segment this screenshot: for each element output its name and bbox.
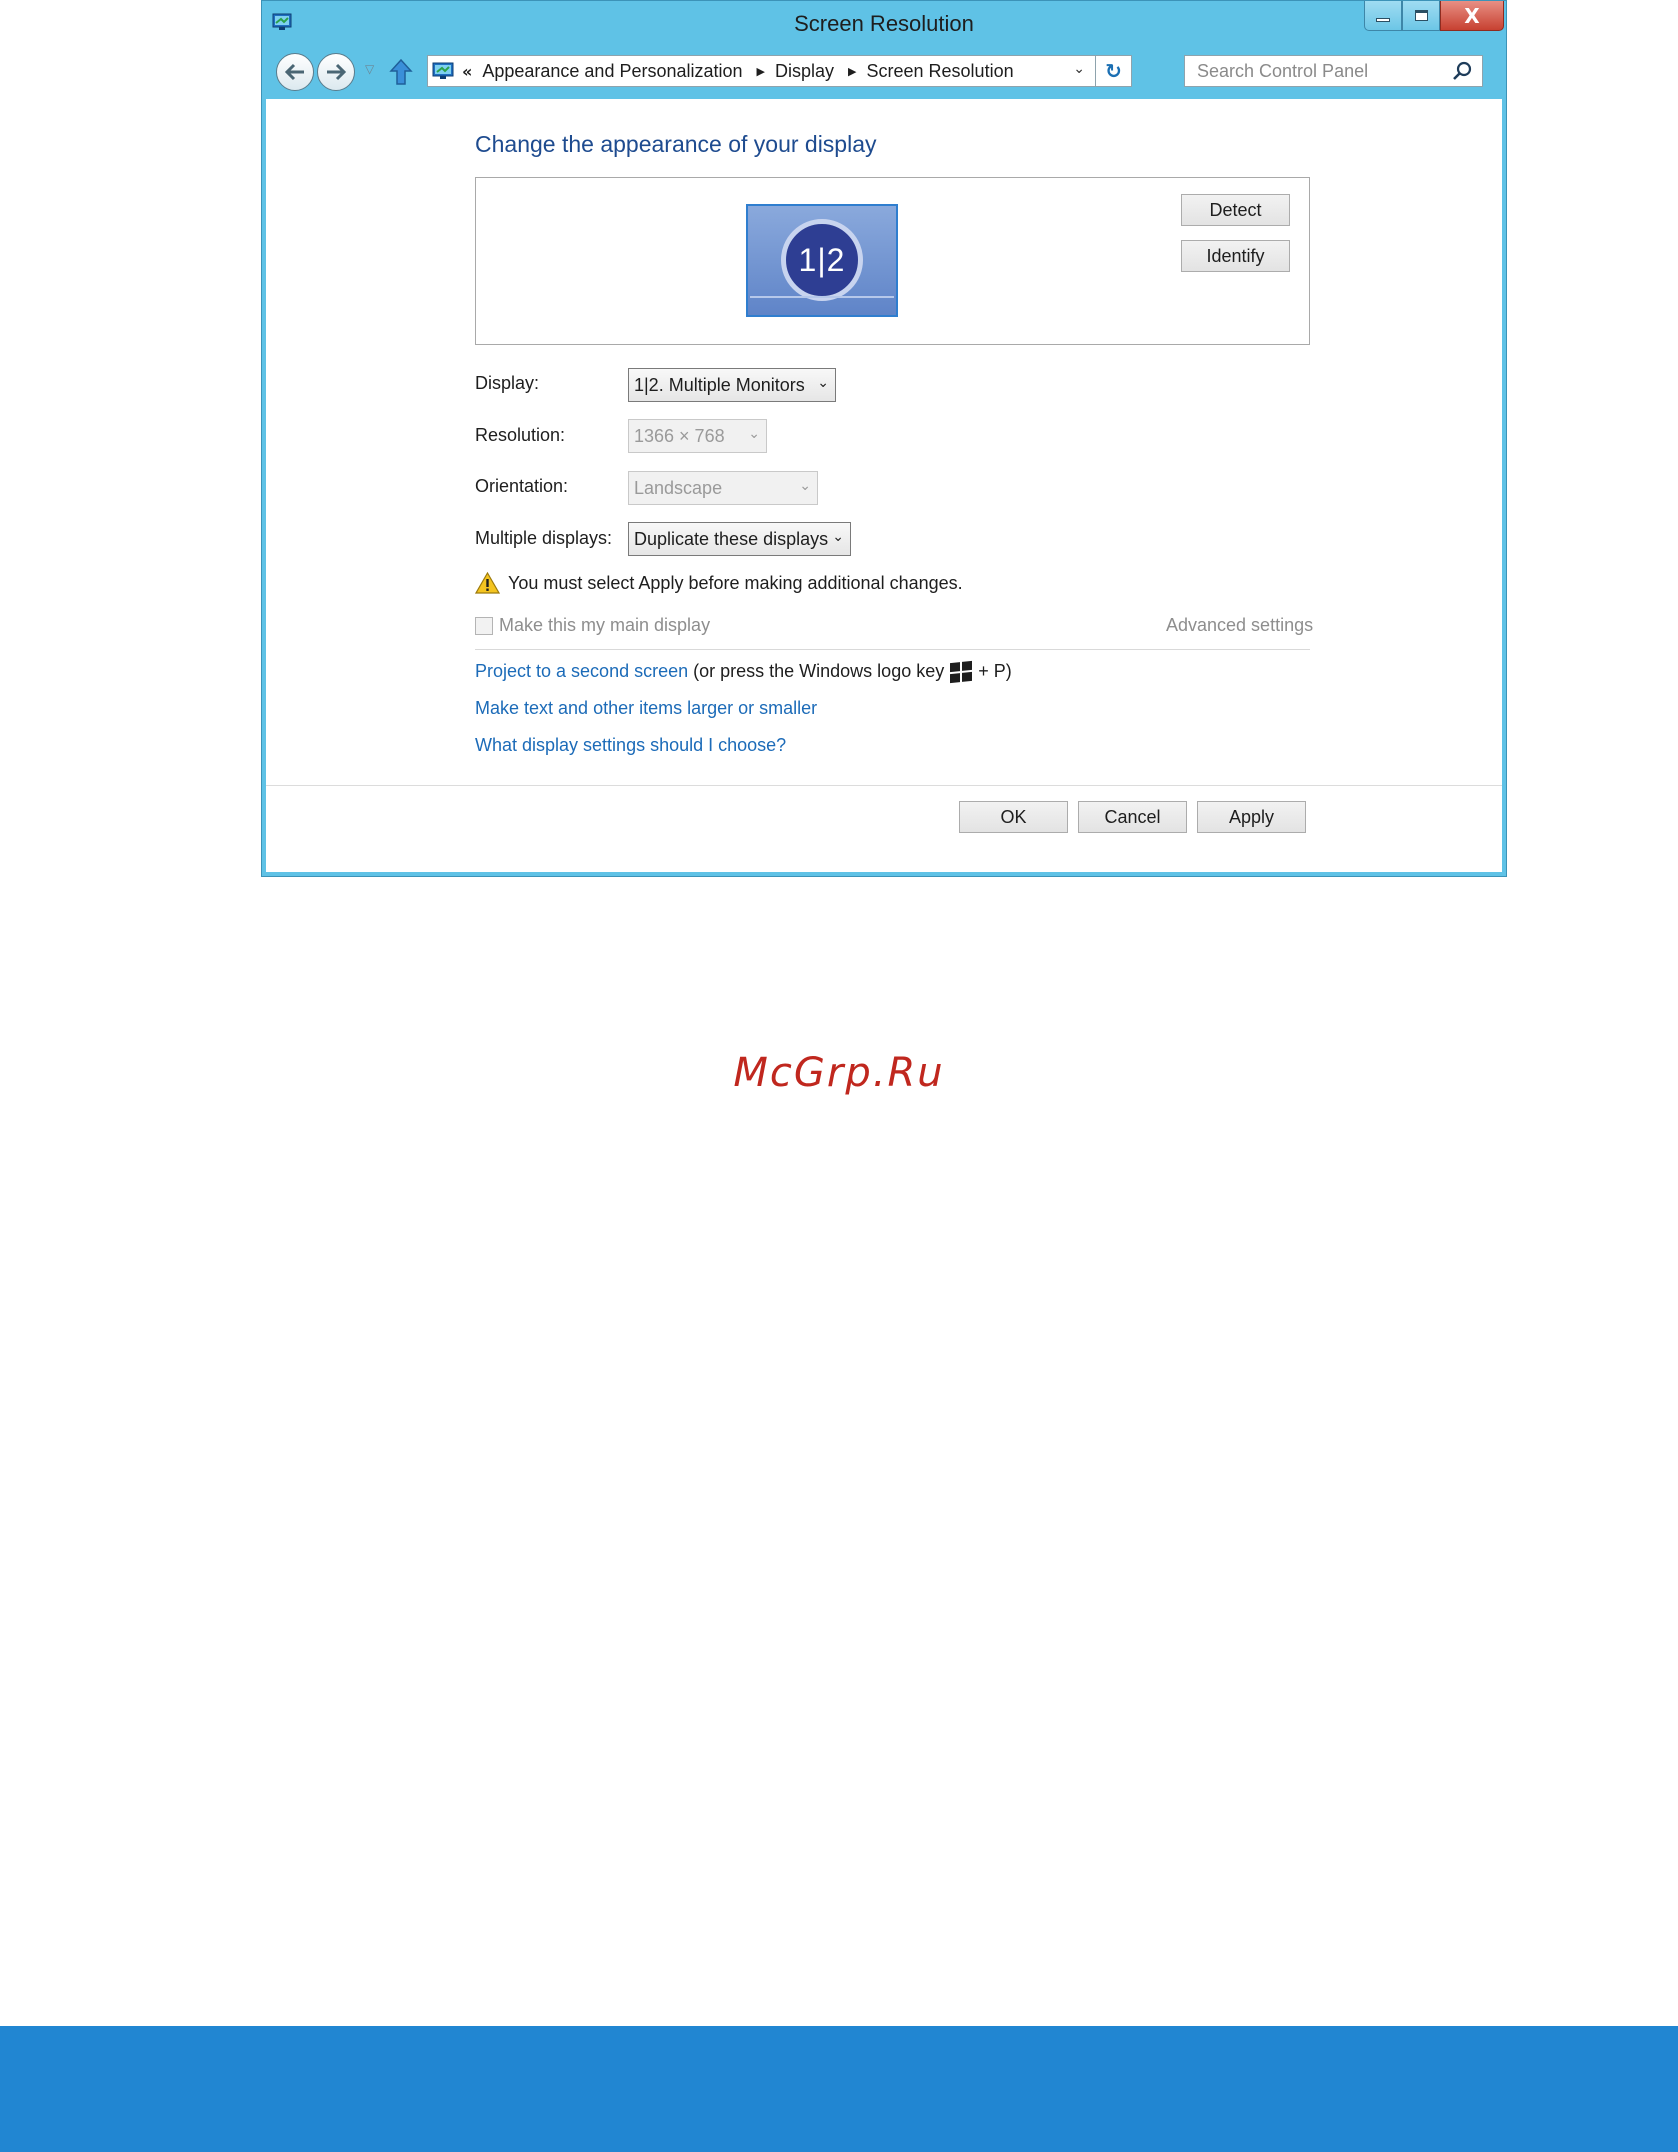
- window-title: Screen Resolution: [794, 11, 974, 36]
- multiple-displays-label: Multiple displays:: [475, 528, 613, 548]
- maximize-icon: [1414, 10, 1428, 21]
- orientation-select-value: Landscape: [634, 477, 723, 498]
- multiple-displays-select-value: Duplicate these displays: [634, 528, 829, 549]
- search-icon[interactable]: [1452, 61, 1472, 81]
- monitor-taskbar-line: [750, 296, 894, 298]
- display-select[interactable]: 1|2. Multiple Monitors ⌄: [628, 368, 836, 402]
- main-display-checkbox-row[interactable]: Make this my main display: [475, 615, 710, 636]
- main-display-checkbox-label: Make this my main display: [499, 615, 711, 635]
- watermark-text: McGrp.Ru: [733, 1050, 945, 1096]
- address-dropdown-icon[interactable]: ⌄: [1073, 61, 1085, 77]
- orientation-select[interactable]: Landscape ⌄: [628, 471, 818, 505]
- display-settings-help-link[interactable]: What display settings should I choose?: [475, 735, 786, 756]
- monitor-thumbnail[interactable]: 1|2: [746, 204, 898, 317]
- display-label: Display:: [475, 373, 540, 393]
- control-panel-icon: [432, 62, 454, 79]
- chevron-down-icon: ⌄: [748, 426, 760, 442]
- ok-button[interactable]: OK: [959, 801, 1068, 833]
- resolution-label: Resolution:: [475, 425, 566, 445]
- identify-button[interactable]: Identify: [1181, 240, 1290, 272]
- address-bar[interactable]: « Appearance and Personalization ▶ Displ…: [427, 55, 1132, 87]
- title-bar[interactable]: Screen Resolution X: [262, 1, 1506, 45]
- chevron-down-icon: ⌄: [817, 375, 829, 391]
- search-box[interactable]: [1184, 55, 1483, 87]
- orientation-label: Orientation:: [475, 476, 569, 496]
- breadcrumb-display[interactable]: Display: [775, 61, 834, 82]
- maximize-button[interactable]: [1402, 1, 1440, 31]
- chevron-down-icon: ⌄: [832, 529, 844, 545]
- page-footer-bar: [0, 2026, 1678, 2152]
- display-preview-panel: 1|2 Detect Identify: [475, 177, 1310, 345]
- warning-text: You must select Apply before making addi…: [508, 572, 963, 593]
- screen-resolution-window: Screen Resolution X ▽ « Appearance and P…: [261, 0, 1507, 877]
- page-heading: Change the appearance of your display: [475, 131, 877, 157]
- breadcrumb-appearance[interactable]: Appearance and Personalization: [482, 61, 742, 82]
- recent-locations-dropdown-icon[interactable]: ▽: [365, 62, 374, 76]
- warning-icon: [475, 572, 500, 594]
- divider: [475, 649, 1310, 650]
- display-select-value: 1|2. Multiple Monitors: [634, 374, 805, 395]
- close-button[interactable]: X: [1440, 1, 1504, 31]
- client-area: Change the appearance of your display 1|…: [266, 99, 1502, 872]
- project-row: Project to a second screen (or press the…: [475, 660, 1012, 683]
- navigation-bar: ▽ « Appearance and Personalization ▶ Dis…: [262, 45, 1506, 99]
- multiple-displays-select[interactable]: Duplicate these displays ⌄: [628, 522, 851, 556]
- resolution-select[interactable]: 1366 × 768 ⌄: [628, 419, 767, 453]
- back-arrow-icon: [284, 63, 304, 81]
- forward-button[interactable]: [317, 53, 355, 91]
- text-size-link[interactable]: Make text and other items larger or smal…: [475, 698, 817, 719]
- main-display-checkbox[interactable]: [475, 616, 493, 635]
- project-hint-text: (or press the Windows logo key: [693, 661, 945, 681]
- cancel-button[interactable]: Cancel: [1078, 801, 1187, 833]
- apply-button[interactable]: Apply: [1197, 801, 1306, 833]
- resolution-select-value: 1366 × 768: [634, 425, 725, 446]
- back-button[interactable]: [276, 53, 314, 91]
- project-hint-shortcut: + P): [978, 661, 1012, 681]
- breadcrumb-separator-icon[interactable]: ▶: [848, 65, 856, 78]
- refresh-icon: ↻: [1105, 59, 1122, 83]
- advanced-settings-link[interactable]: Advanced settings: [1166, 615, 1313, 636]
- forward-arrow-icon: [327, 63, 347, 81]
- search-input[interactable]: [1197, 60, 1437, 82]
- project-to-second-screen-link[interactable]: Project to a second screen: [475, 661, 688, 682]
- up-level-icon[interactable]: [389, 58, 413, 86]
- minimize-button[interactable]: [1364, 1, 1402, 31]
- minimize-icon: [1376, 17, 1390, 22]
- breadcrumb-overflow[interactable]: «: [462, 62, 472, 81]
- detect-button[interactable]: Detect: [1181, 194, 1290, 226]
- monitor-number-badge: 1|2: [781, 219, 863, 301]
- close-icon: X: [1464, 3, 1480, 28]
- refresh-button[interactable]: ↻: [1095, 56, 1131, 86]
- apply-warning: You must select Apply before making addi…: [475, 572, 963, 594]
- breadcrumb-screen-resolution[interactable]: Screen Resolution: [867, 61, 1014, 82]
- breadcrumb-separator-icon[interactable]: ▶: [757, 65, 765, 78]
- windows-logo-icon: [950, 660, 973, 683]
- chevron-down-icon: ⌄: [799, 478, 811, 494]
- window-controls: X: [1364, 1, 1504, 33]
- footer-divider: [266, 785, 1502, 786]
